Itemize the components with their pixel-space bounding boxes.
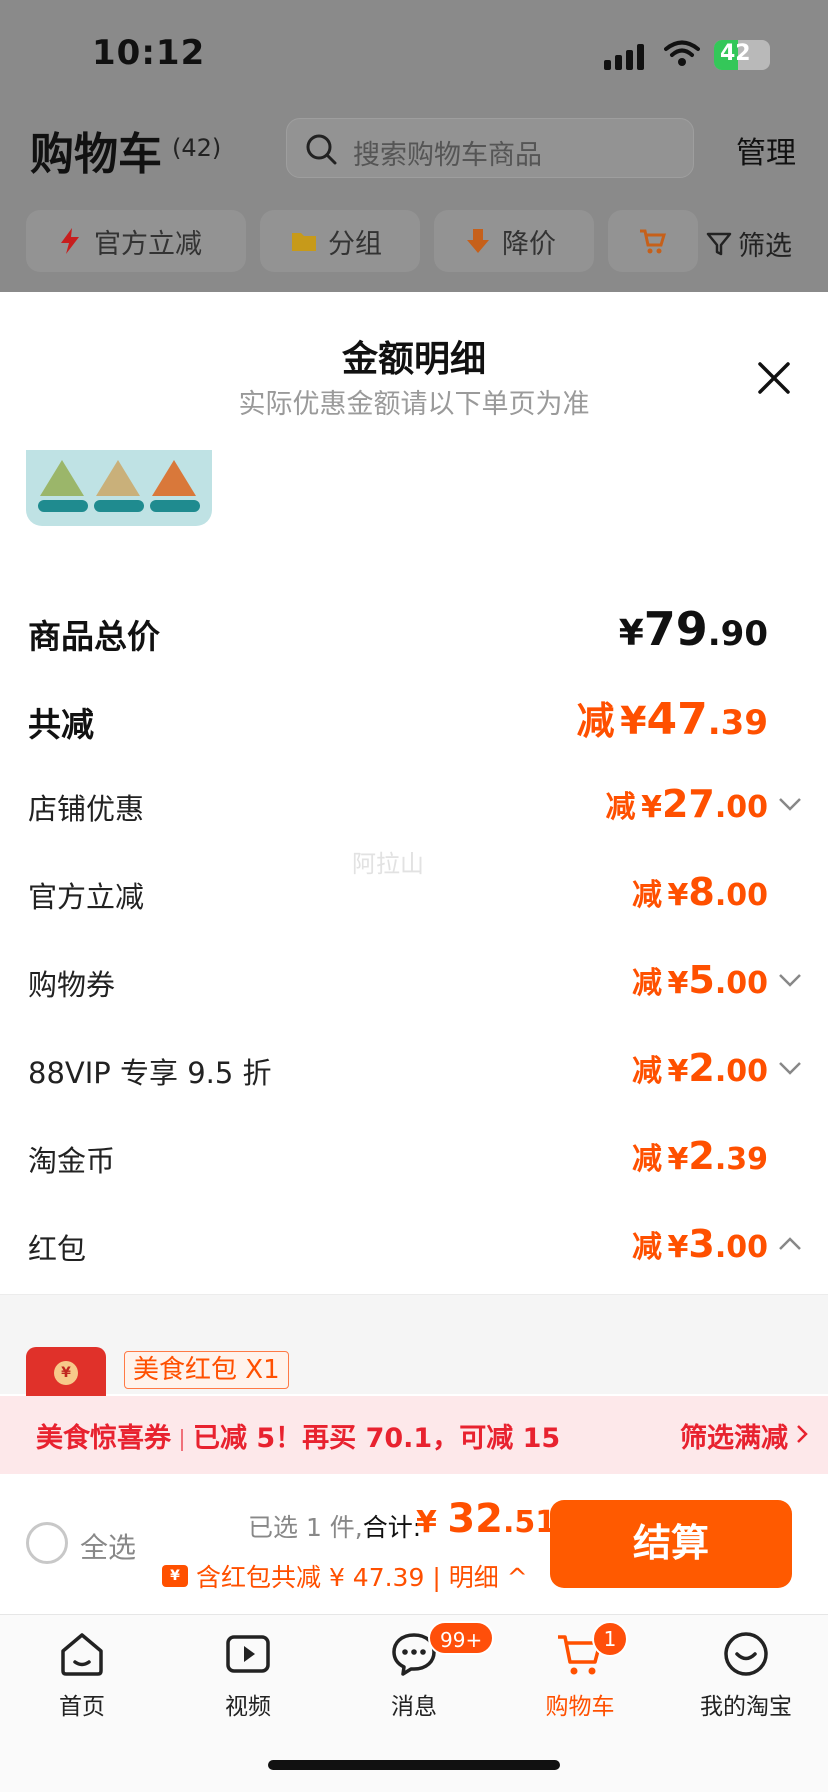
checkout-button[interactable]: 结算 bbox=[550, 1500, 792, 1588]
discount-row-88vip[interactable]: 88VIP 专享 9.5 折 减 ¥2.00 bbox=[0, 1032, 828, 1112]
checkout-bar: 全选 已选 1 件,合计: ¥ 32.51 ¥ 含红包共减 ¥ 47.39 | … bbox=[0, 1474, 828, 1614]
discount-detail-link[interactable]: ¥ 含红包共减 ¥ 47.39 | 明细 ^ bbox=[162, 1558, 528, 1594]
folder-icon bbox=[292, 233, 316, 251]
battery-indicator: 42 bbox=[714, 40, 770, 70]
discount-label: 红包 bbox=[28, 1232, 87, 1266]
search-icon bbox=[306, 134, 337, 165]
cart-icon bbox=[640, 229, 666, 254]
discount-label: 淘金币 bbox=[28, 1144, 116, 1178]
chip-group[interactable]: 分组 bbox=[260, 210, 420, 272]
selected-total: ¥ 32.51 bbox=[416, 1496, 557, 1542]
chip-official-discount[interactable]: 官方立减 bbox=[26, 210, 246, 272]
battery-level: 42 bbox=[720, 41, 751, 66]
chip-label: 降价 bbox=[502, 228, 556, 260]
product-thumbnail bbox=[26, 450, 212, 526]
wifi-icon bbox=[664, 40, 700, 66]
selected-summary: 已选 1 件,合计: bbox=[248, 1513, 422, 1542]
tab-video[interactable]: 视频 bbox=[188, 1629, 308, 1721]
page-title: 购物车 bbox=[30, 129, 162, 180]
discount-summary: 含红包共减 ¥ 47.39 bbox=[196, 1563, 425, 1592]
select-all-label[interactable]: 全选 bbox=[80, 1526, 136, 1566]
video-icon bbox=[226, 1635, 270, 1673]
total-price-row: 商品总价 ¥79.90 bbox=[0, 592, 828, 672]
total-price-label: 商品总价 bbox=[28, 617, 160, 656]
status-time: 10:12 bbox=[92, 33, 206, 73]
promo-banner[interactable]: 美食惊喜券 已减 5！再买 70.1，可减 15 筛选满减 bbox=[0, 1396, 828, 1474]
sheet-title: 金额明细 bbox=[341, 339, 486, 380]
redpacket-detail: ¥ 美食红包 X1 bbox=[0, 1294, 828, 1397]
discount-label: 官方立减 bbox=[28, 880, 145, 914]
promo-name: 美食惊喜券 bbox=[36, 1423, 171, 1454]
chip-label: 分组 bbox=[328, 228, 382, 260]
discount-row-taojinbi: 淘金币 减 ¥2.39 bbox=[0, 1120, 828, 1200]
chevron-right-icon bbox=[797, 1425, 808, 1443]
chevron-down-icon[interactable] bbox=[778, 1060, 802, 1076]
chip-label: 官方立减 bbox=[94, 228, 202, 260]
down-arrow-icon bbox=[467, 229, 489, 253]
discount-row-coupon[interactable]: 购物券 减 ¥5.00 bbox=[0, 944, 828, 1024]
discount-row-redpacket[interactable]: 红包 减 ¥3.00 bbox=[0, 1208, 828, 1288]
chevron-up-icon[interactable] bbox=[778, 1236, 802, 1252]
discount-label: 购物券 bbox=[28, 968, 116, 1002]
redpacket-tag: 美食红包 X1 bbox=[124, 1351, 289, 1389]
tab-home[interactable]: 首页 bbox=[22, 1629, 142, 1721]
funnel-icon bbox=[706, 232, 732, 255]
sheet-subtitle: 实际优惠金额请以下单页为准 bbox=[238, 389, 590, 420]
discount-amount: 减 ¥5.00 bbox=[631, 958, 768, 1002]
discount-label: 店铺优惠 bbox=[28, 792, 145, 826]
discount-amount: 减 ¥2.39 bbox=[631, 1134, 768, 1178]
profile-icon bbox=[724, 1632, 768, 1676]
total-reduction-label: 共减 bbox=[28, 705, 94, 744]
total-price-amount: ¥79.90 bbox=[618, 602, 768, 656]
promo-filter-link[interactable]: 筛选满减 bbox=[680, 1416, 788, 1455]
home-icon bbox=[61, 1633, 103, 1676]
search-input[interactable]: 搜索购物车商品 bbox=[286, 118, 694, 178]
promo-text: 美食惊喜券 已减 5！再买 70.1，可减 15 bbox=[36, 1416, 560, 1455]
search-placeholder: 搜索购物车商品 bbox=[353, 140, 542, 171]
discount-row-official: 官方立减 减 ¥8.00 bbox=[0, 856, 828, 936]
background-overlay[interactable]: 10:12 42 购物车 (42) 搜索购物车商品 管理 官方立减 分组 降价 … bbox=[0, 0, 828, 292]
detail-toggle[interactable]: | 明细 ^ bbox=[432, 1558, 527, 1594]
tab-profile[interactable]: 我的淘宝 bbox=[686, 1629, 806, 1721]
filter-label: 筛选 bbox=[738, 231, 792, 262]
discount-amount: 减 ¥27.00 bbox=[605, 782, 769, 826]
home-indicator bbox=[268, 1760, 560, 1770]
cart-count: (42) bbox=[172, 134, 222, 162]
discount-label: 88VIP 专享 9.5 折 bbox=[28, 1056, 272, 1090]
total-reduction-amount: 减 ¥47.39 bbox=[576, 694, 768, 745]
discount-amount: 减 ¥2.00 bbox=[631, 1046, 768, 1090]
messages-badge: 99+ bbox=[428, 1621, 495, 1655]
chevron-down-icon[interactable] bbox=[778, 796, 802, 812]
lightning-icon bbox=[61, 228, 79, 254]
cart-badge: 1 bbox=[592, 1621, 628, 1657]
discount-row-shop[interactable]: 店铺优惠 减 ¥27.00 bbox=[0, 768, 828, 848]
chip-price-drop[interactable]: 降价 bbox=[434, 210, 594, 272]
cellular-signal-icon bbox=[604, 44, 644, 70]
discount-amount: 减 ¥3.00 bbox=[631, 1222, 768, 1266]
red-envelope-icon: ¥ bbox=[26, 1347, 106, 1397]
promo-detail: 已减 5！再买 70.1，可减 15 bbox=[193, 1423, 561, 1454]
chip-cart[interactable] bbox=[608, 210, 698, 272]
filter-button[interactable]: 筛选 bbox=[706, 224, 792, 263]
select-all-checkbox[interactable] bbox=[26, 1522, 68, 1564]
manage-button[interactable]: 管理 bbox=[736, 128, 796, 172]
discount-amount: 减 ¥8.00 bbox=[631, 870, 768, 914]
status-bar: 10:12 42 bbox=[0, 0, 828, 110]
filter-chips: 官方立减 分组 降价 筛选 bbox=[0, 210, 828, 274]
chevron-down-icon[interactable] bbox=[778, 972, 802, 988]
redpacket-badge-icon: ¥ bbox=[162, 1565, 188, 1587]
close-icon[interactable] bbox=[754, 358, 794, 398]
total-reduction-row: 共减 减 ¥47.39 bbox=[0, 680, 828, 760]
